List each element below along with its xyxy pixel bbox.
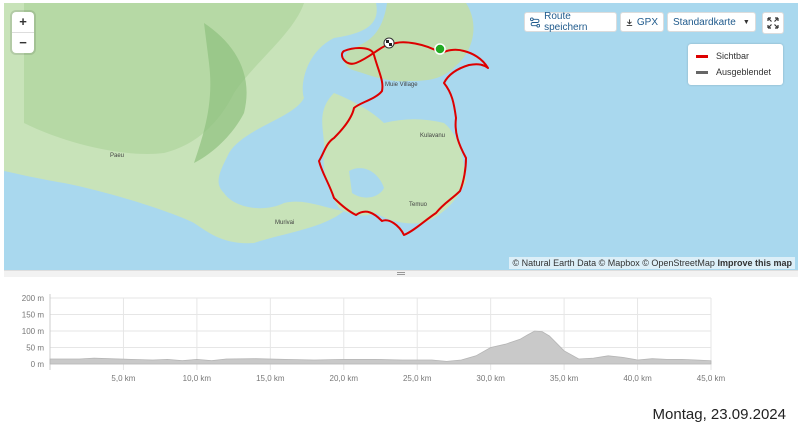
fullscreen-icon (767, 17, 779, 29)
x-tick-label: 25,0 km (403, 374, 432, 383)
caret-down-icon: ▼ (742, 18, 750, 26)
save-route-label: Route speichern (544, 11, 588, 33)
y-tick-label: 100 m (22, 327, 45, 336)
download-icon (626, 18, 633, 26)
legend-swatch-visible (696, 54, 708, 58)
legend-label-hidden: Ausgeblendet (716, 67, 772, 77)
route-legend: Sichtbar Ausgeblendet (688, 44, 783, 85)
place-label-murivai: Murivai (275, 220, 295, 226)
map-style-dropdown[interactable]: Standardkarte ▼ (667, 12, 756, 32)
start-marker[interactable] (434, 43, 446, 55)
y-tick-label: 50 m (26, 344, 44, 353)
fullscreen-button[interactable] (762, 12, 784, 34)
elevation-chart: 200 m 150 m 100 m 50 m 0 m 5,0 km 10,0 km 15,0 … (22, 294, 726, 383)
place-label-temuo: Temuo (409, 202, 428, 208)
x-tick-label: 5,0 km (111, 374, 135, 383)
panel-resize-handle[interactable] (4, 270, 798, 277)
y-tick-label: 0 m (31, 360, 45, 369)
date-caption: Montag, 23.09.2024 (652, 406, 786, 423)
save-route-button[interactable]: Route speichern (524, 11, 617, 33)
zoom-in-button[interactable]: + (12, 12, 34, 33)
legend-item-visible[interactable]: Sichtbar (688, 48, 783, 64)
route-icon (530, 16, 541, 28)
legend-label-visible: Sichtbar (716, 51, 750, 61)
grip-icon (397, 272, 405, 275)
map-view[interactable]: Muie Village Kulavanu Paeu Temuo Murivai… (4, 3, 798, 271)
improve-map-link[interactable]: Improve this map (717, 258, 792, 268)
x-tick-label: 35,0 km (550, 374, 579, 383)
place-label-paeu: Paeu (110, 153, 125, 159)
map-terrain (4, 3, 489, 244)
legend-swatch-hidden (696, 70, 708, 74)
x-tick-label: 20,0 km (330, 374, 359, 383)
place-label-kulavanu: Kulavanu (420, 133, 446, 139)
zoom-control: + − (12, 12, 34, 53)
x-tick-label: 45,0 km (697, 374, 726, 383)
place-label-muie: Muie Village (385, 82, 418, 88)
finish-flag-marker[interactable] (383, 37, 395, 49)
gpx-label: GPX (636, 16, 658, 28)
y-tick-label: 200 m (22, 294, 45, 303)
y-tick-label: 150 m (22, 311, 45, 320)
map-attribution: © Natural Earth Data © Mapbox © OpenStre… (509, 257, 795, 269)
gpx-download-button[interactable]: GPX (620, 12, 664, 32)
elevation-profile[interactable]: 200 m 150 m 100 m 50 m 0 m 5,0 km 10,0 km 15,0 … (4, 278, 798, 388)
x-tick-label: 30,0 km (476, 374, 505, 383)
x-tick-label: 10,0 km (183, 374, 212, 383)
zoom-out-button[interactable]: − (12, 33, 34, 53)
legend-item-hidden[interactable]: Ausgeblendet (688, 64, 783, 80)
x-tick-label: 40,0 km (623, 374, 652, 383)
attribution-text[interactable]: © Natural Earth Data © Mapbox © OpenStre… (512, 258, 715, 268)
map-style-label: Standardkarte (673, 16, 736, 28)
x-tick-label: 15,0 km (256, 374, 285, 383)
